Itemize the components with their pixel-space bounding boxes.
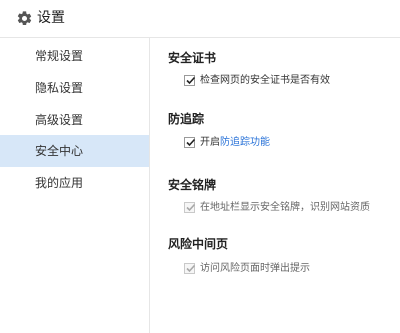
sidebar-item-privacy[interactable]: 隐私设置 bbox=[0, 72, 149, 104]
option-label: 访问风险页面时弹出提示 bbox=[200, 263, 310, 274]
checkmark-icon bbox=[186, 264, 196, 273]
section-title-security-certificate: 安全证书 bbox=[168, 51, 217, 65]
option-label: 检查网页的安全证书是否有效 bbox=[200, 75, 330, 86]
section-title-anti-tracking: 防追踪 bbox=[168, 112, 205, 126]
option-label-prefix: 开启 bbox=[200, 137, 220, 148]
checkbox-risk-interstitial[interactable] bbox=[184, 263, 196, 274]
option-label: 在地址栏显示安全铭牌，识别网站资质 bbox=[200, 202, 370, 213]
header: 设置 bbox=[0, 0, 400, 38]
sidebar: 常规设置 隐私设置 高级设置 安全中心 我的应用 bbox=[0, 38, 150, 333]
gear-icon bbox=[17, 11, 32, 26]
section-title-risk-interstitial: 风险中间页 bbox=[168, 237, 229, 251]
checkbox-anti-tracking[interactable] bbox=[184, 137, 196, 148]
checkbox-check-certificate[interactable] bbox=[184, 75, 196, 86]
sidebar-item-general[interactable]: 常规设置 bbox=[0, 40, 149, 72]
checkmark-icon bbox=[186, 76, 196, 85]
option-label: 开启防追踪功能 bbox=[200, 136, 270, 150]
settings-content: 安全证书 检查网页的安全证书是否有效 防追踪 开启防追踪功能 安全铭牌 在地址栏… bbox=[150, 38, 400, 333]
checkmark-icon bbox=[186, 203, 196, 212]
sidebar-item-my-apps[interactable]: 我的应用 bbox=[0, 167, 149, 199]
sidebar-item-security[interactable]: 安全中心 bbox=[0, 135, 149, 167]
section-title-security-badge: 安全铭牌 bbox=[168, 178, 217, 192]
anti-tracking-link[interactable]: 防追踪功能 bbox=[220, 137, 270, 148]
sidebar-item-advanced[interactable]: 高级设置 bbox=[0, 104, 149, 136]
checkbox-security-badge[interactable] bbox=[184, 202, 196, 213]
checkmark-icon bbox=[186, 138, 196, 147]
page-title: 设置 bbox=[37, 10, 65, 26]
